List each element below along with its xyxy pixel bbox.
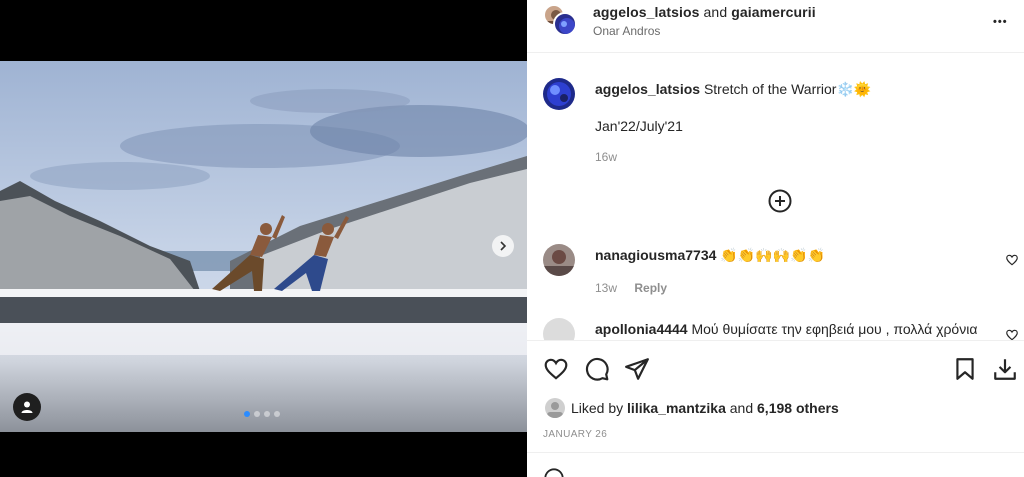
post-authors: aggelos_latsios and gaiamercurii — [593, 4, 816, 20]
share-button[interactable] — [624, 356, 650, 382]
comment-text: Μού θυμίσατε την εφηβειά μου , πολλά χρό… — [691, 321, 978, 337]
caption-timestamp[interactable]: 16w — [595, 150, 617, 164]
liked-by-prefix: Liked by — [571, 400, 624, 416]
heart-icon[interactable] — [1005, 253, 1019, 267]
reply-button[interactable]: Reply — [634, 281, 667, 295]
author-username-primary[interactable]: aggelos_latsios — [593, 4, 700, 20]
avatar-image — [543, 250, 575, 276]
post-date[interactable]: JANUARY 26 — [543, 429, 607, 440]
carousel-dot — [244, 411, 250, 417]
comment-meta: 13w Reply — [595, 281, 667, 295]
caption-text: Stretch of the Warrior❄️🌞 — [703, 81, 872, 97]
likes-others-count[interactable]: 6,198 others — [757, 400, 839, 416]
comment: apollonia4444 Μού θυμίσατε την εφηβειά μ… — [595, 321, 977, 337]
avatar-image — [547, 82, 571, 106]
post-photo[interactable] — [0, 61, 527, 432]
like-button[interactable] — [543, 356, 569, 382]
likes-summary: Liked by lilika_mantzika and 6,198 other… — [571, 400, 839, 416]
authors-joiner: and — [703, 4, 728, 20]
carousel-dot — [264, 411, 270, 417]
carousel-next-button[interactable] — [492, 235, 514, 257]
author-avatar-secondary[interactable] — [553, 12, 577, 36]
comment-username[interactable]: apollonia4444 — [595, 321, 688, 337]
load-more-comments-button[interactable] — [767, 188, 793, 214]
post-photo-image — [0, 61, 527, 432]
post-header: aggelos_latsios and gaiamercurii Onar An… — [527, 0, 1024, 53]
comment-timestamp[interactable]: 13w — [595, 281, 617, 295]
bookmark-icon — [956, 358, 974, 380]
liker-avatar[interactable] — [545, 398, 565, 418]
download-icon — [994, 359, 1016, 380]
save-button[interactable] — [952, 356, 978, 382]
user-tag-icon — [21, 401, 33, 413]
tagged-users-button[interactable] — [13, 393, 41, 421]
more-icon: ••• — [993, 16, 1008, 28]
liked-by-joiner: and — [729, 400, 754, 416]
add-comment-area[interactable] — [527, 452, 1024, 477]
caption-avatar[interactable] — [543, 78, 575, 110]
plus-circle-icon — [768, 189, 792, 213]
comment-text: 👏👏🙌🙌👏👏 — [720, 247, 825, 263]
avatar-image — [559, 18, 575, 34]
heart-icon — [544, 358, 568, 380]
commenter-avatar[interactable] — [543, 244, 575, 276]
liked-by-username[interactable]: lilika_mantzika — [627, 400, 726, 416]
share-icon — [625, 358, 649, 380]
post-location[interactable]: Onar Andros — [593, 24, 660, 38]
comment-icon — [585, 357, 609, 381]
caption-username[interactable]: aggelos_latsios — [595, 81, 700, 97]
chevron-right-icon — [500, 241, 507, 251]
emoji-icon[interactable] — [543, 467, 565, 477]
comment-username[interactable]: nanagiousma7734 — [595, 247, 716, 263]
carousel-dot — [274, 411, 280, 417]
download-button[interactable] — [992, 356, 1018, 382]
avatar-image — [547, 402, 563, 418]
author-username-secondary[interactable]: gaiamercurii — [731, 4, 815, 20]
carousel-dot — [254, 411, 260, 417]
action-bar — [527, 340, 1024, 395]
post-side-panel: aggelos_latsios and gaiamercurii Onar An… — [527, 0, 1024, 477]
caption-line-2: Jan'22/July'21 — [595, 118, 683, 134]
post-media — [0, 0, 527, 477]
more-options-button[interactable]: ••• — [993, 8, 1008, 31]
comment: nanagiousma7734 👏👏🙌🙌👏👏 — [595, 247, 825, 264]
carousel-indicator — [244, 411, 280, 417]
comment-button[interactable] — [584, 356, 610, 382]
caption: aggelos_latsios Stretch of the Warrior❄️… — [595, 81, 871, 98]
